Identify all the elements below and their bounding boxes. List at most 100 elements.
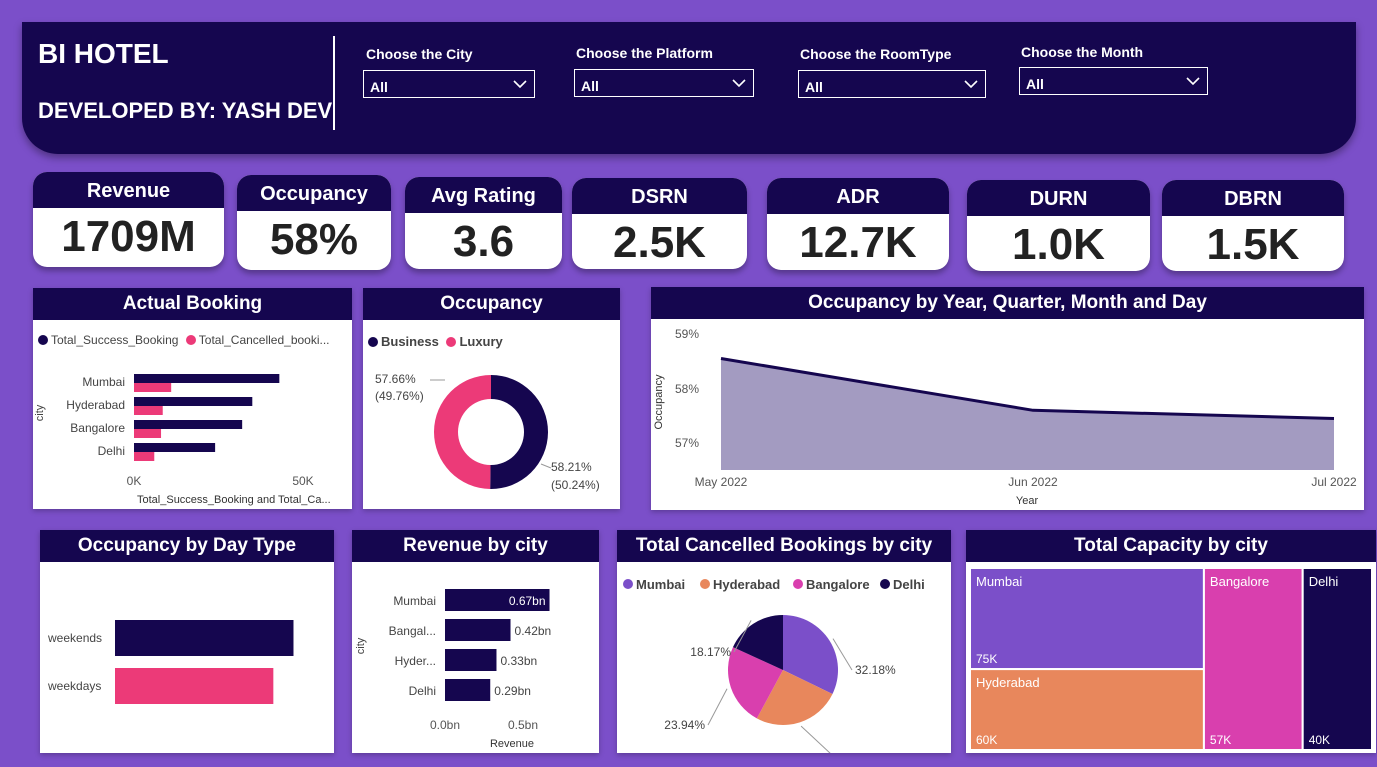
data-label: 23.94%: [664, 718, 705, 732]
platform-filter-value: All: [581, 78, 599, 94]
kpi-card-dbrn: DBRN 1.5K: [1162, 180, 1344, 271]
chevron-down-icon: [732, 79, 746, 88]
category-label: Bangalore: [70, 421, 125, 435]
category-label: Delhi: [409, 684, 436, 698]
axis-title-x: Revenue: [490, 738, 534, 750]
actual-booking-chart: Mumbai Hyderabad Bangalore Delhi city 0K 50…: [34, 374, 331, 506]
data-label: 57.66%: [375, 372, 416, 386]
tile-label: Delhi: [1309, 574, 1339, 589]
kpi-value: 1.0K: [1012, 220, 1105, 269]
city-filter-dropdown[interactable]: All: [363, 70, 535, 98]
panel-title: Total Cancelled Bookings by city: [617, 530, 951, 562]
panel-title: Actual Booking: [33, 288, 352, 320]
kpi-label: ADR: [767, 178, 949, 214]
data-label: 0.67bn: [509, 594, 546, 608]
panel-title: Occupancy by Year, Quarter, Month and Da…: [651, 287, 1364, 319]
category-label: weekdays: [47, 679, 101, 693]
developer-credit: DEVELOPED BY: YASH DEV: [38, 98, 333, 123]
data-label: 0.42bn: [515, 624, 552, 638]
legend-label: Mumbai: [636, 577, 685, 592]
kpi-card-revenue: Revenue 1709M: [33, 172, 224, 267]
kpi-value: 1.5K: [1206, 220, 1300, 269]
kpi-label: Occupancy: [237, 175, 391, 211]
tile-value: 75K: [976, 652, 997, 666]
kpi-label: DSRN: [572, 178, 747, 214]
panel-title: Revenue by city: [352, 530, 599, 562]
platform-filter-label: Choose the Platform: [576, 45, 713, 61]
tick-label: May 2022: [695, 475, 748, 489]
legend-label: Total_Cancelled_booki...: [198, 333, 330, 347]
axis-title-x: Year: [1016, 495, 1039, 507]
chevron-down-icon: [513, 80, 527, 89]
month-filter-dropdown[interactable]: All: [1019, 67, 1208, 95]
chevron-down-icon: [1186, 77, 1200, 86]
axis-title-y: city: [34, 404, 46, 421]
chart-legend: Business Luxury: [368, 334, 503, 349]
capacity-treemap: Mumbai 75K Hyderabad 60K Bangalore 57K Delhi 40…: [969, 567, 1374, 751]
kpi-label: DBRN: [1162, 180, 1344, 216]
tile-value: 60K: [976, 733, 997, 747]
legend-dot: [368, 337, 378, 347]
label-leader: [540, 463, 552, 469]
actual-booking-panel: Actual Booking Total_Success_Booking Tot…: [33, 288, 352, 509]
occupancy-trend-chart: Occupancy 59% 58% 57% May 2022 Jun 2022 …: [653, 327, 1357, 507]
tile-value: 57K: [1210, 733, 1231, 747]
legend-label: Hyderabad: [713, 577, 780, 592]
legend-label: Luxury: [459, 334, 503, 349]
legend-dot: [623, 579, 633, 589]
kpi-label: DURN: [967, 180, 1150, 216]
legend-label: Delhi: [893, 577, 925, 592]
kpi-value: 1709M: [61, 212, 196, 261]
chevron-down-icon: [964, 80, 978, 89]
tick-label: 0K: [127, 474, 142, 488]
day-type-bar: [115, 620, 294, 656]
category-label: Hyder...: [395, 654, 436, 668]
category-label: weekends: [47, 631, 102, 645]
roomtype-filter-dropdown[interactable]: All: [798, 70, 986, 98]
kpi-label: Avg Rating: [405, 177, 562, 213]
donut-slice: [434, 375, 491, 489]
legend-dot: [38, 335, 48, 345]
data-label: 58.21%: [551, 460, 592, 474]
revenue-bar: [445, 649, 497, 671]
kpi-card-avg-rating: Avg Rating 3.6: [405, 177, 562, 269]
revenue-by-city-panel: Revenue by city Mumbai 0.67bn Bangal... 0.4…: [352, 530, 599, 753]
occupancy-donut-chart: 57.66% (49.76%) 58.21% (50.24%): [375, 372, 600, 492]
kpi-label: Revenue: [33, 172, 224, 208]
tile-label: Mumbai: [976, 574, 1022, 589]
cancelled-by-city-panel: Total Cancelled Bookings by city Mumbai H…: [617, 530, 951, 753]
bar-cancelled-booking: [134, 383, 172, 392]
tick-label: 0.5bn: [508, 718, 538, 732]
treemap-tile: [1202, 567, 1304, 751]
tile-value: 40K: [1309, 733, 1330, 747]
category-label: Mumbai: [82, 375, 125, 389]
category-label: Hyderabad: [66, 398, 125, 412]
bar-success-booking: [134, 374, 280, 383]
axis-title-y: city: [355, 637, 367, 654]
day-type-bar: [115, 668, 274, 704]
day-type-panel: Occupancy by Day Type weekends weekdays: [40, 530, 334, 753]
donut-slice: [490, 375, 549, 489]
platform-filter-dropdown[interactable]: All: [574, 69, 754, 97]
capacity-by-city-panel: Total Capacity by city Mumbai 75K Hyderaba…: [966, 530, 1376, 753]
tick-label: 59%: [675, 327, 699, 341]
month-filter-value: All: [1026, 76, 1044, 92]
panel-title: Occupancy by Day Type: [40, 530, 334, 562]
legend-label: Business: [381, 334, 439, 349]
bar-cancelled-booking: [134, 406, 163, 415]
data-label: 32.18%: [855, 663, 896, 677]
legend-label: Total_Success_Booking: [51, 333, 179, 347]
axis-title-x: Total_Success_Booking and Total_Ca...: [137, 494, 331, 506]
kpi-card-occupancy: Occupancy 58%: [237, 175, 391, 270]
month-filter-label: Choose the Month: [1021, 44, 1144, 60]
city-filter-label: Choose the City: [366, 46, 473, 62]
occupancy-donut-panel: Occupancy Business Luxury 57.66% (49.76%…: [363, 288, 620, 509]
legend-dot: [700, 579, 710, 589]
bar-success-booking: [134, 397, 253, 406]
treemap-tile: [1301, 567, 1374, 751]
tick-label: 50K: [292, 474, 313, 488]
bar-cancelled-booking: [134, 429, 162, 438]
label-leader: [707, 688, 728, 726]
occupancy-trend-panel: Occupancy by Year, Quarter, Month and Da…: [651, 287, 1364, 510]
data-label: 0.33bn: [500, 654, 537, 668]
